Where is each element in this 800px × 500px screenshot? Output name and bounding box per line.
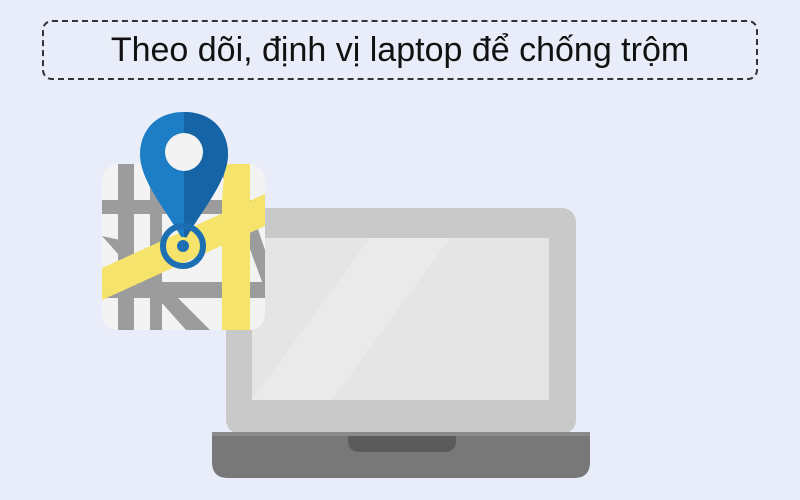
illustration	[102, 112, 590, 478]
laptop-icon	[212, 208, 590, 478]
